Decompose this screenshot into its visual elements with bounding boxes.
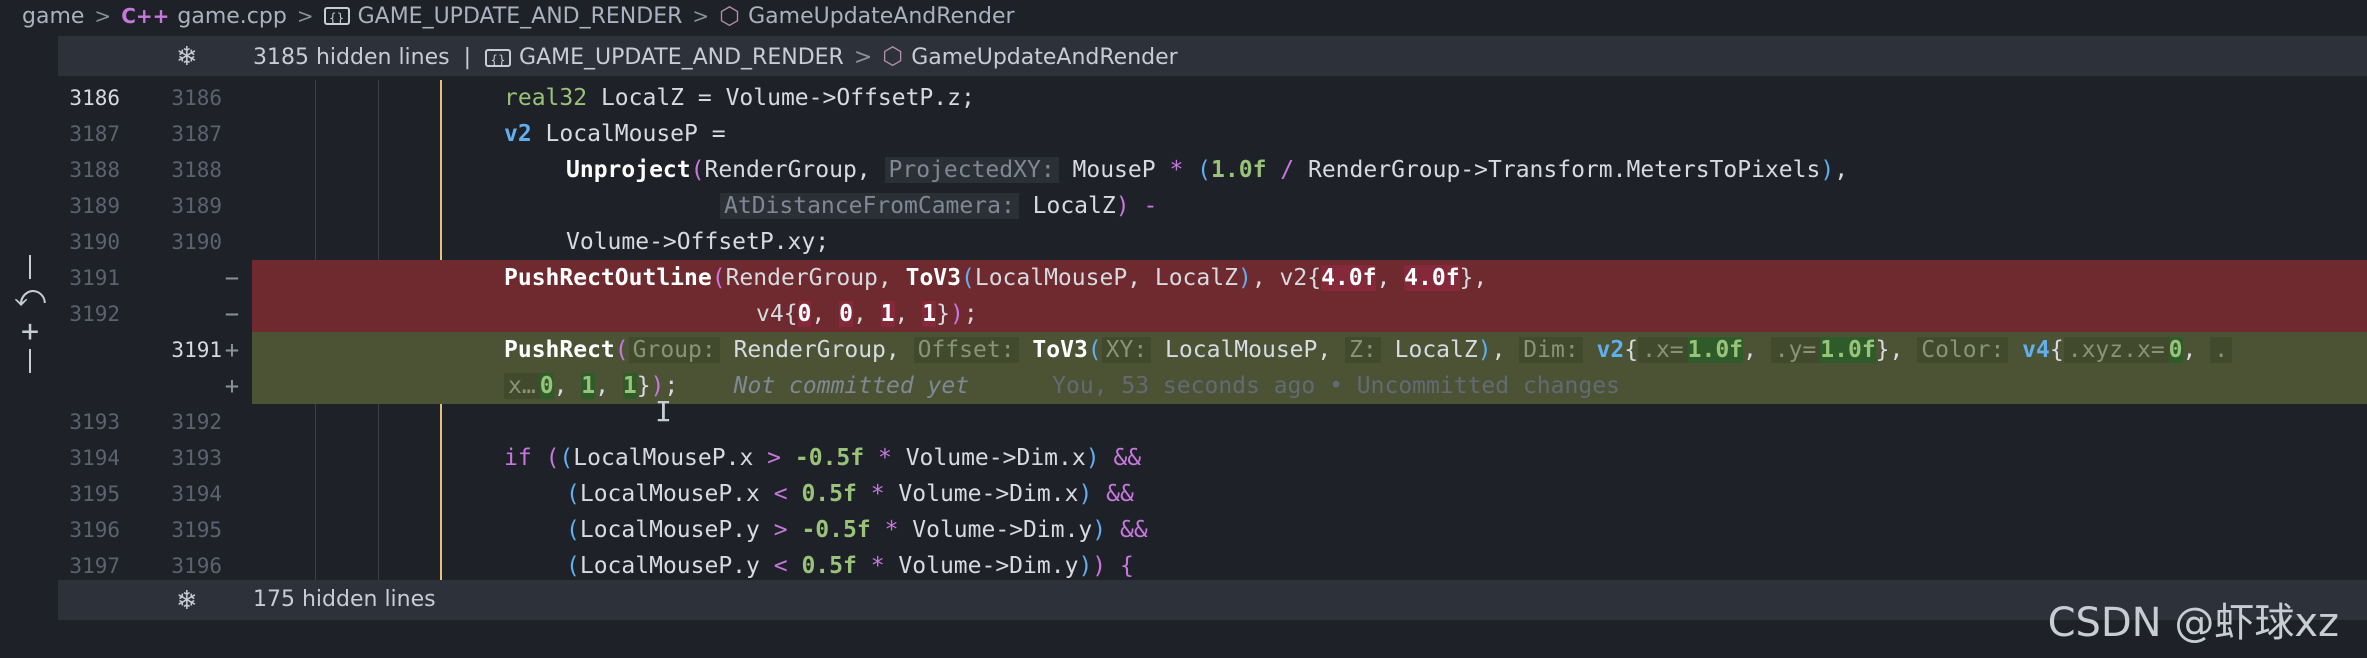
fold-namespace: GAME_UPDATE_AND_RENDER [519, 45, 844, 70]
code-text: real32 LocalZ = Volume->OffsetP.z; [504, 85, 975, 111]
code-line[interactable]: 3186 3186 real32 LocalZ = Volume->Offset… [0, 80, 2367, 116]
revert-change-icon[interactable]: ⤺ [10, 279, 50, 314]
old-line-number: 3195 [69, 482, 120, 506]
cpp-file-icon: C++ [121, 4, 170, 28]
old-line-number: 3197 [69, 554, 120, 578]
removed-line[interactable]: 3192 − v4{0, 0, 1, 1}); [0, 296, 2367, 332]
minus-icon: − [224, 300, 240, 328]
sticky-fold-top[interactable]: ❄ 3185 hidden lines |{} GAME_UPDATE_AND_RE… [58, 36, 2367, 76]
code-text: (LocalMouseP.x < 0.5f * Volume->Dim.x) &… [566, 481, 1134, 507]
code-text: Unproject(RenderGroup, ProjectedXY: Mous… [566, 157, 1849, 183]
plus-icon: + [224, 336, 240, 364]
namespace-icon: {} [485, 49, 512, 67]
sticky-fold-bottom[interactable]: ❄ 175 hidden lines [58, 580, 2367, 620]
code-text: PushRect(Group: RenderGroup, Offset: ToV… [504, 332, 2233, 368]
breadcrumb-symbol[interactable]: GameUpdateAndRender [748, 4, 1014, 29]
old-line-number: 3191 [69, 266, 120, 290]
code-line[interactable]: 3197 3196 (LocalMouseP.y < 0.5f * Volume… [0, 548, 2367, 584]
plus-icon: + [224, 372, 240, 400]
method-cube-icon: ⬡ [719, 2, 741, 30]
new-line-number: 3191 [171, 338, 222, 362]
text-cursor-icon: I [655, 395, 672, 428]
new-line-number: 3195 [171, 518, 222, 542]
new-line-number: 3186 [171, 86, 222, 110]
code-text: AtDistanceFromCamera: LocalZ) - [720, 188, 1157, 224]
watermark: CSDN @虾球xz [2047, 600, 2339, 646]
breadcrumb-file[interactable]: game.cpp [177, 4, 286, 29]
diff-actions: ⤺ + [10, 255, 50, 373]
chevron-right-icon: > [692, 4, 710, 28]
method-cube-icon: ⬡ [882, 42, 904, 70]
stage-change-icon[interactable]: + [10, 314, 50, 349]
breadcrumb-root[interactable]: game [22, 4, 84, 29]
new-line-number: 3187 [171, 122, 222, 146]
code-text: (LocalMouseP.y < 0.5f * Volume->Dim.y)) … [566, 553, 1134, 579]
new-line-number: 3188 [171, 158, 222, 182]
fold-symbol: GameUpdateAndRender [911, 45, 1178, 70]
code-line[interactable]: 3195 3194 (LocalMouseP.x < 0.5f * Volume… [0, 476, 2367, 512]
breadcrumb-namespace[interactable]: GAME_UPDATE_AND_RENDER [358, 4, 683, 29]
code-text: if ((LocalMouseP.x > -0.5f * Volume->Dim… [504, 445, 1142, 471]
code-line[interactable]: 3190 3190 Volume->OffsetP.xy; [0, 224, 2367, 260]
code-line[interactable]: 3193 3192 [0, 404, 2367, 440]
new-line-number: 3190 [171, 230, 222, 254]
new-line-number: 3196 [171, 554, 222, 578]
added-line[interactable]: + x… 0, 1, 1}); Not committed yet You, 53… [0, 368, 2367, 404]
code-line[interactable]: 3187 3187 v2 LocalMouseP = [0, 116, 2367, 152]
unfold-icon[interactable]: ❄ [176, 42, 198, 72]
namespace-icon: {} [323, 7, 350, 25]
old-line-number: 3194 [69, 446, 120, 470]
divider [29, 255, 31, 279]
old-line-number: 3196 [69, 518, 120, 542]
code-line[interactable]: 3194 3193 if ((LocalMouseP.x > -0.5f * V… [0, 440, 2367, 476]
old-line-number: 3190 [69, 230, 120, 254]
new-line-number: 3192 [171, 410, 222, 434]
new-line-number: 3189 [171, 194, 222, 218]
chevron-right-icon: > [94, 4, 112, 28]
code-text: PushRectOutline(RenderGroup, ToV3(LocalM… [504, 265, 1488, 291]
chevron-right-icon: > [296, 4, 314, 28]
new-line-number: 3193 [171, 446, 222, 470]
added-line[interactable]: 3191 + PushRect(Group: RenderGroup, Offs… [0, 332, 2367, 368]
old-line-number: 3186 [69, 86, 120, 110]
old-line-number: 3192 [69, 302, 120, 326]
breadcrumb: game > C++ game.cpp > {} GAME_UPDATE_AND… [0, 0, 2367, 32]
hidden-lines-count: 175 hidden lines [253, 587, 436, 612]
old-line-number: 3189 [69, 194, 120, 218]
blame-status: Not committed yet [733, 373, 970, 399]
chevron-right-icon: > [853, 45, 873, 70]
minus-icon: − [224, 264, 240, 292]
divider [29, 349, 31, 373]
code-text: v2 LocalMouseP = [504, 121, 726, 147]
removed-line[interactable]: 3191 − PushRectOutline(RenderGroup, ToV3… [0, 260, 2367, 296]
old-line-number: 3188 [69, 158, 120, 182]
new-line-number: 3194 [171, 482, 222, 506]
blame-detail: You, 53 seconds ago • Uncommitted change… [1052, 373, 1620, 399]
code-text: (LocalMouseP.y > -0.5f * Volume->Dim.y) … [566, 517, 1148, 543]
hidden-lines-count: 3185 hidden lines [253, 45, 450, 70]
old-line-number: 3193 [69, 410, 120, 434]
code-line[interactable]: 3188 3188 Unproject(RenderGroup, Project… [0, 152, 2367, 188]
code-line[interactable]: 3196 3195 (LocalMouseP.y > -0.5f * Volum… [0, 512, 2367, 548]
old-line-number: 3187 [69, 122, 120, 146]
unfold-icon[interactable]: ❄ [176, 586, 198, 616]
code-text: Volume->OffsetP.xy; [566, 229, 830, 255]
code-line[interactable]: 3189 3189 AtDistanceFromCamera: LocalZ) … [0, 188, 2367, 224]
code-text: v4{0, 0, 1, 1}); [756, 301, 978, 327]
